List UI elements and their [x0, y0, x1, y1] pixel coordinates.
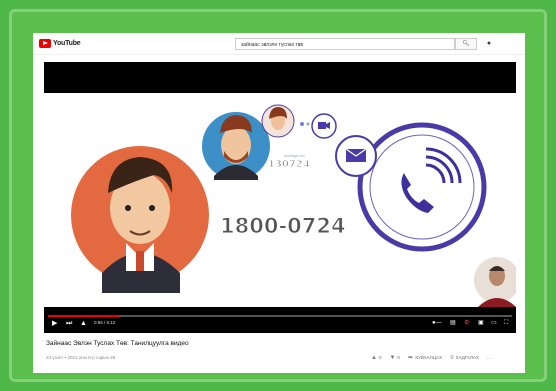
more-button[interactable]: ...	[487, 355, 491, 360]
thumbs-down-icon: ▼	[389, 354, 396, 361]
youtube-logo[interactable]: YouTube	[39, 39, 81, 48]
dislike-count: 0	[397, 355, 400, 360]
playlist-add-icon: ≡	[450, 354, 454, 361]
thumbs-up-icon: ▲	[371, 354, 377, 361]
video-frame-illustration	[71, 104, 516, 307]
camera-icon	[318, 122, 326, 129]
graphic-caption: ilovefagie.mn	[284, 154, 305, 158]
search-input[interactable]: зайнаас эвлэлн туслах твв	[235, 38, 455, 50]
share-icon: ➦	[407, 355, 413, 361]
video-meta: 23 үзэлт • 2021 оны 6-р сарын 28	[46, 355, 116, 360]
next-icon[interactable]: ⏭︎	[66, 319, 72, 328]
phone-ring-inner	[369, 134, 475, 240]
graphic-number-small: 130724	[268, 159, 311, 171]
like-count: 0	[378, 355, 382, 360]
letterbox-top	[44, 62, 516, 93]
player-controls: ▶ ⏭︎ ▲ 0:56 / 6:12 ●— ▤ ⚙ ▣ ▭ ⛶	[44, 312, 516, 330]
save-button[interactable]: ≡ ХАДГАЛАХ	[450, 355, 479, 361]
video-player[interactable]: 130724 1800-0724 ilovefagie.mn ▶ ⏭︎ ▲ 0:…	[44, 62, 516, 333]
more-label: ...	[487, 355, 491, 360]
subtitles-icon[interactable]: ▤	[450, 319, 456, 328]
settings-icon[interactable]: ⚙	[464, 319, 469, 328]
youtube-window: YouTube зайнаас эвлэлн туслах твв 🔍︎ ● 1…	[33, 33, 525, 373]
volume-icon[interactable]: ▲	[80, 319, 87, 328]
search-icon[interactable]: 🔍︎	[455, 38, 477, 50]
like-button[interactable]: ▲ 0	[371, 355, 381, 361]
play-logo-icon	[39, 39, 51, 48]
progress-fill	[48, 315, 119, 317]
time-display: 0:56 / 6:12	[94, 320, 116, 325]
dislike-button[interactable]: ▼ 0	[389, 355, 399, 361]
mic-icon[interactable]: ●	[484, 38, 494, 50]
theater-icon[interactable]: ▭	[491, 319, 497, 328]
miniplayer-icon[interactable]: ▣	[478, 319, 484, 328]
share-label: ХУВААЛЦАХ	[414, 355, 443, 360]
graphic-number-large: 1800-0724	[220, 214, 347, 239]
top-bar: YouTube зайнаас эвлэлн туслах твв 🔍︎ ●	[33, 33, 525, 55]
save-label: ХАДГАЛАХ	[455, 355, 479, 360]
brand-label: YouTube	[53, 40, 81, 47]
video-title: Зайнаас Эвлэн Туслах Төв: Танилцуулга ви…	[46, 340, 189, 347]
fullscreen-icon[interactable]: ⛶	[504, 319, 508, 328]
progress-bar[interactable]	[48, 315, 512, 317]
play-icon[interactable]: ▶	[52, 319, 57, 328]
autoplay-toggle[interactable]: ●—	[432, 319, 442, 328]
video-actions: ▲ 0 ▼ 0 ➦ ХУВААЛЦАХ ≡ ХАДГАЛАХ ...	[371, 354, 491, 362]
share-button[interactable]: ➦ ХУВААЛЦАХ	[408, 354, 442, 361]
